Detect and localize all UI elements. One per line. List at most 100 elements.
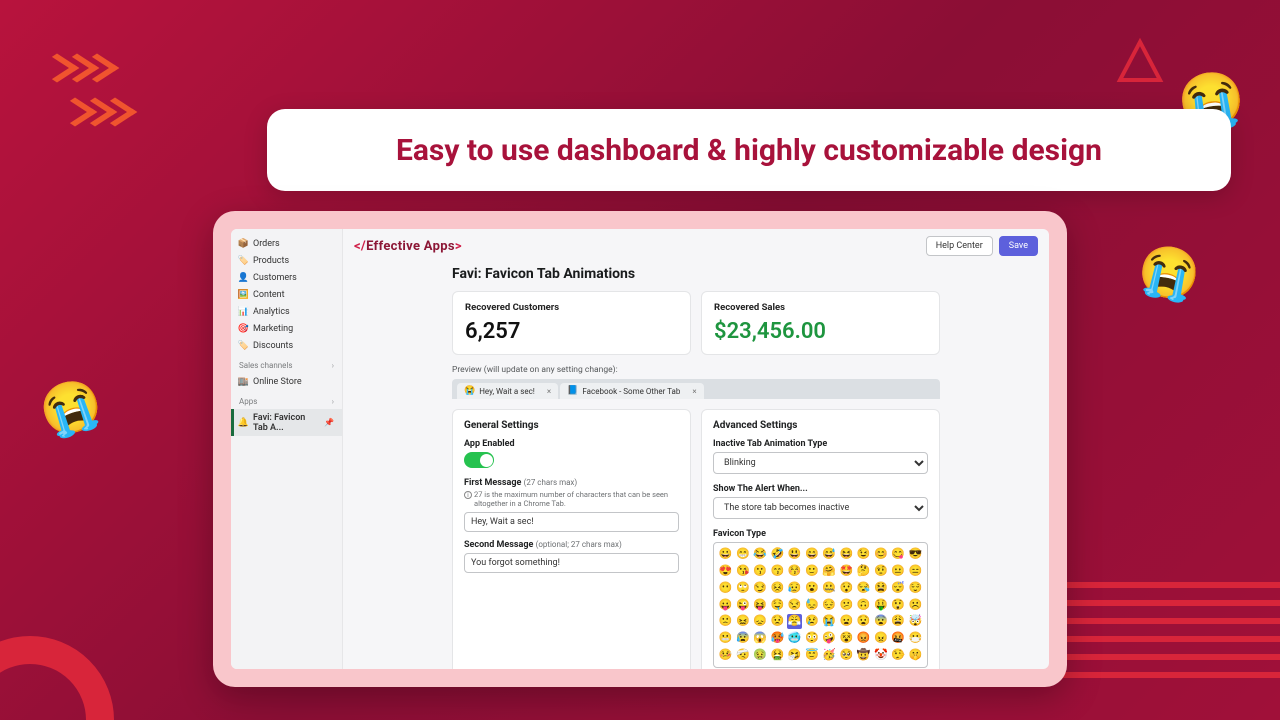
first-message-input[interactable] (464, 512, 679, 532)
emoji-option[interactable]: 🤕 (735, 648, 750, 663)
emoji-option[interactable]: 😢 (804, 614, 819, 629)
emoji-option[interactable]: 🤣 (770, 547, 785, 562)
save-button[interactable]: Save (999, 236, 1038, 256)
emoji-option[interactable]: 🤗 (822, 564, 837, 579)
emoji-option[interactable]: 😟 (770, 614, 785, 629)
emoji-option[interactable]: 🥵 (770, 631, 785, 646)
emoji-option[interactable]: 😆 (839, 547, 854, 562)
emoji-option[interactable]: 🤩 (839, 564, 854, 579)
sidebar-item-marketing[interactable]: 🎯Marketing (231, 320, 342, 337)
emoji-option[interactable]: 😊 (873, 547, 888, 562)
sidebar-item-analytics[interactable]: 📊Analytics (231, 303, 342, 320)
emoji-option[interactable]: 😃 (787, 547, 802, 562)
sidebar-item-orders[interactable]: 📦Orders (231, 235, 342, 252)
emoji-option[interactable]: 😍 (718, 564, 733, 579)
emoji-option[interactable]: 😅 (822, 547, 837, 562)
emoji-option[interactable]: 😡 (856, 631, 871, 646)
emoji-option[interactable]: 🤡 (873, 648, 888, 663)
emoji-option[interactable]: 😁 (735, 547, 750, 562)
emoji-option[interactable]: 😉 (856, 547, 871, 562)
emoji-option[interactable]: 🥶 (787, 631, 802, 646)
emoji-option[interactable]: 😘 (735, 564, 750, 579)
emoji-option[interactable]: 🤒 (718, 648, 733, 663)
emoji-option[interactable]: 😤 (787, 614, 802, 629)
emoji-option[interactable]: 😎 (908, 547, 923, 562)
sidebar-item-favi-favicon-tab-a-[interactable]: 🔔Favi: Favicon Tab A...📌 (231, 409, 342, 436)
emoji-option[interactable]: 🤯 (908, 614, 923, 629)
emoji-option[interactable]: 😬 (718, 631, 733, 646)
emoji-option[interactable]: 😕 (839, 598, 854, 613)
emoji-option[interactable]: 🤤 (770, 598, 785, 613)
sidebar-item-products[interactable]: 🏷️Products (231, 252, 342, 269)
emoji-option[interactable]: 😞 (753, 614, 768, 629)
emoji-option[interactable]: 😇 (804, 648, 819, 663)
emoji-option[interactable]: 🥺 (839, 648, 854, 663)
emoji-option[interactable]: 😴 (891, 581, 906, 596)
emoji-option[interactable]: 😦 (839, 614, 854, 629)
emoji-option[interactable]: 🤬 (891, 631, 906, 646)
emoji-option[interactable]: 😗 (753, 564, 768, 579)
emoji-option[interactable]: 😝 (753, 598, 768, 613)
emoji-option[interactable]: 😋 (891, 547, 906, 562)
emoji-option[interactable]: 🤧 (787, 648, 802, 663)
emoji-option[interactable]: 🤮 (770, 648, 785, 663)
second-message-input[interactable] (464, 553, 679, 573)
emoji-option[interactable]: ☹️ (908, 598, 923, 613)
emoji-option[interactable]: 😠 (873, 631, 888, 646)
emoji-option[interactable]: 🤔 (856, 564, 871, 579)
emoji-option[interactable]: 🙄 (735, 581, 750, 596)
emoji-option[interactable]: 🤪 (822, 631, 837, 646)
app-enabled-toggle[interactable] (464, 452, 494, 468)
emoji-option[interactable]: 🤢 (753, 648, 768, 663)
sidebar-item-online-store[interactable]: 🏬Online Store (231, 373, 342, 390)
emoji-option[interactable]: 😩 (891, 614, 906, 629)
emoji-option[interactable]: 😑 (908, 564, 923, 579)
sidebar-item-content[interactable]: 🖼️Content (231, 286, 342, 303)
emoji-option[interactable]: 🙂 (804, 564, 819, 579)
emoji-option[interactable]: 😔 (822, 598, 837, 613)
emoji-option[interactable]: 😱 (753, 631, 768, 646)
sidebar-item-discounts[interactable]: 🏷️Discounts (231, 337, 342, 354)
emoji-option[interactable]: 😣 (770, 581, 785, 596)
emoji-option[interactable]: 😲 (891, 598, 906, 613)
emoji-option[interactable]: 😵 (839, 631, 854, 646)
emoji-option[interactable]: 😜 (735, 598, 750, 613)
emoji-option[interactable]: 😷 (908, 631, 923, 646)
emoji-option[interactable]: 🤫 (908, 648, 923, 663)
emoji-option[interactable]: 😀 (718, 547, 733, 562)
emoji-option[interactable]: 😳 (804, 631, 819, 646)
help-center-button[interactable]: Help Center (926, 236, 993, 256)
emoji-option[interactable]: 🤥 (891, 648, 906, 663)
emoji-option[interactable]: 😖 (735, 614, 750, 629)
emoji-option[interactable]: 🤐 (822, 581, 837, 596)
emoji-option[interactable]: 😥 (787, 581, 802, 596)
emoji-option[interactable]: 😨 (873, 614, 888, 629)
emoji-option[interactable]: 😓 (804, 598, 819, 613)
emoji-option[interactable]: 😏 (753, 581, 768, 596)
emoji-option[interactable]: 😚 (787, 564, 802, 579)
emoji-option[interactable]: 😭 (822, 614, 837, 629)
emoji-option[interactable]: 😙 (770, 564, 785, 579)
emoji-option[interactable]: 😰 (735, 631, 750, 646)
emoji-option[interactable]: 😐 (891, 564, 906, 579)
emoji-option[interactable]: 🤠 (856, 648, 871, 663)
favicon-emoji-grid[interactable]: 😀😁😂🤣😃😄😅😆😉😊😋😎😍😘😗😙😚🙂🤗🤩🤔🤨😐😑😶🙄😏😣😥😮🤐😯😪😫😴😌😛😜😝🤤… (713, 542, 928, 668)
emoji-option[interactable]: 😛 (718, 598, 733, 613)
emoji-option[interactable]: 😧 (856, 614, 871, 629)
emoji-option[interactable]: 😄 (804, 547, 819, 562)
emoji-option[interactable]: 😮 (804, 581, 819, 596)
emoji-option[interactable]: 😒 (787, 598, 802, 613)
emoji-option[interactable]: 😶 (718, 581, 733, 596)
emoji-option[interactable]: 🥳 (822, 648, 837, 663)
show-alert-select[interactable]: The store tab becomes inactive (713, 497, 928, 519)
emoji-option[interactable]: 🙁 (718, 614, 733, 629)
emoji-option[interactable]: 😯 (839, 581, 854, 596)
emoji-option[interactable]: 🤑 (873, 598, 888, 613)
emoji-option[interactable]: 😌 (908, 581, 923, 596)
sidebar-item-customers[interactable]: 👤Customers (231, 269, 342, 286)
emoji-option[interactable]: 🙃 (856, 598, 871, 613)
animation-type-select[interactable]: Blinking (713, 452, 928, 474)
emoji-option[interactable]: 😂 (753, 547, 768, 562)
emoji-option[interactable]: 😪 (856, 581, 871, 596)
emoji-option[interactable]: 😫 (873, 581, 888, 596)
